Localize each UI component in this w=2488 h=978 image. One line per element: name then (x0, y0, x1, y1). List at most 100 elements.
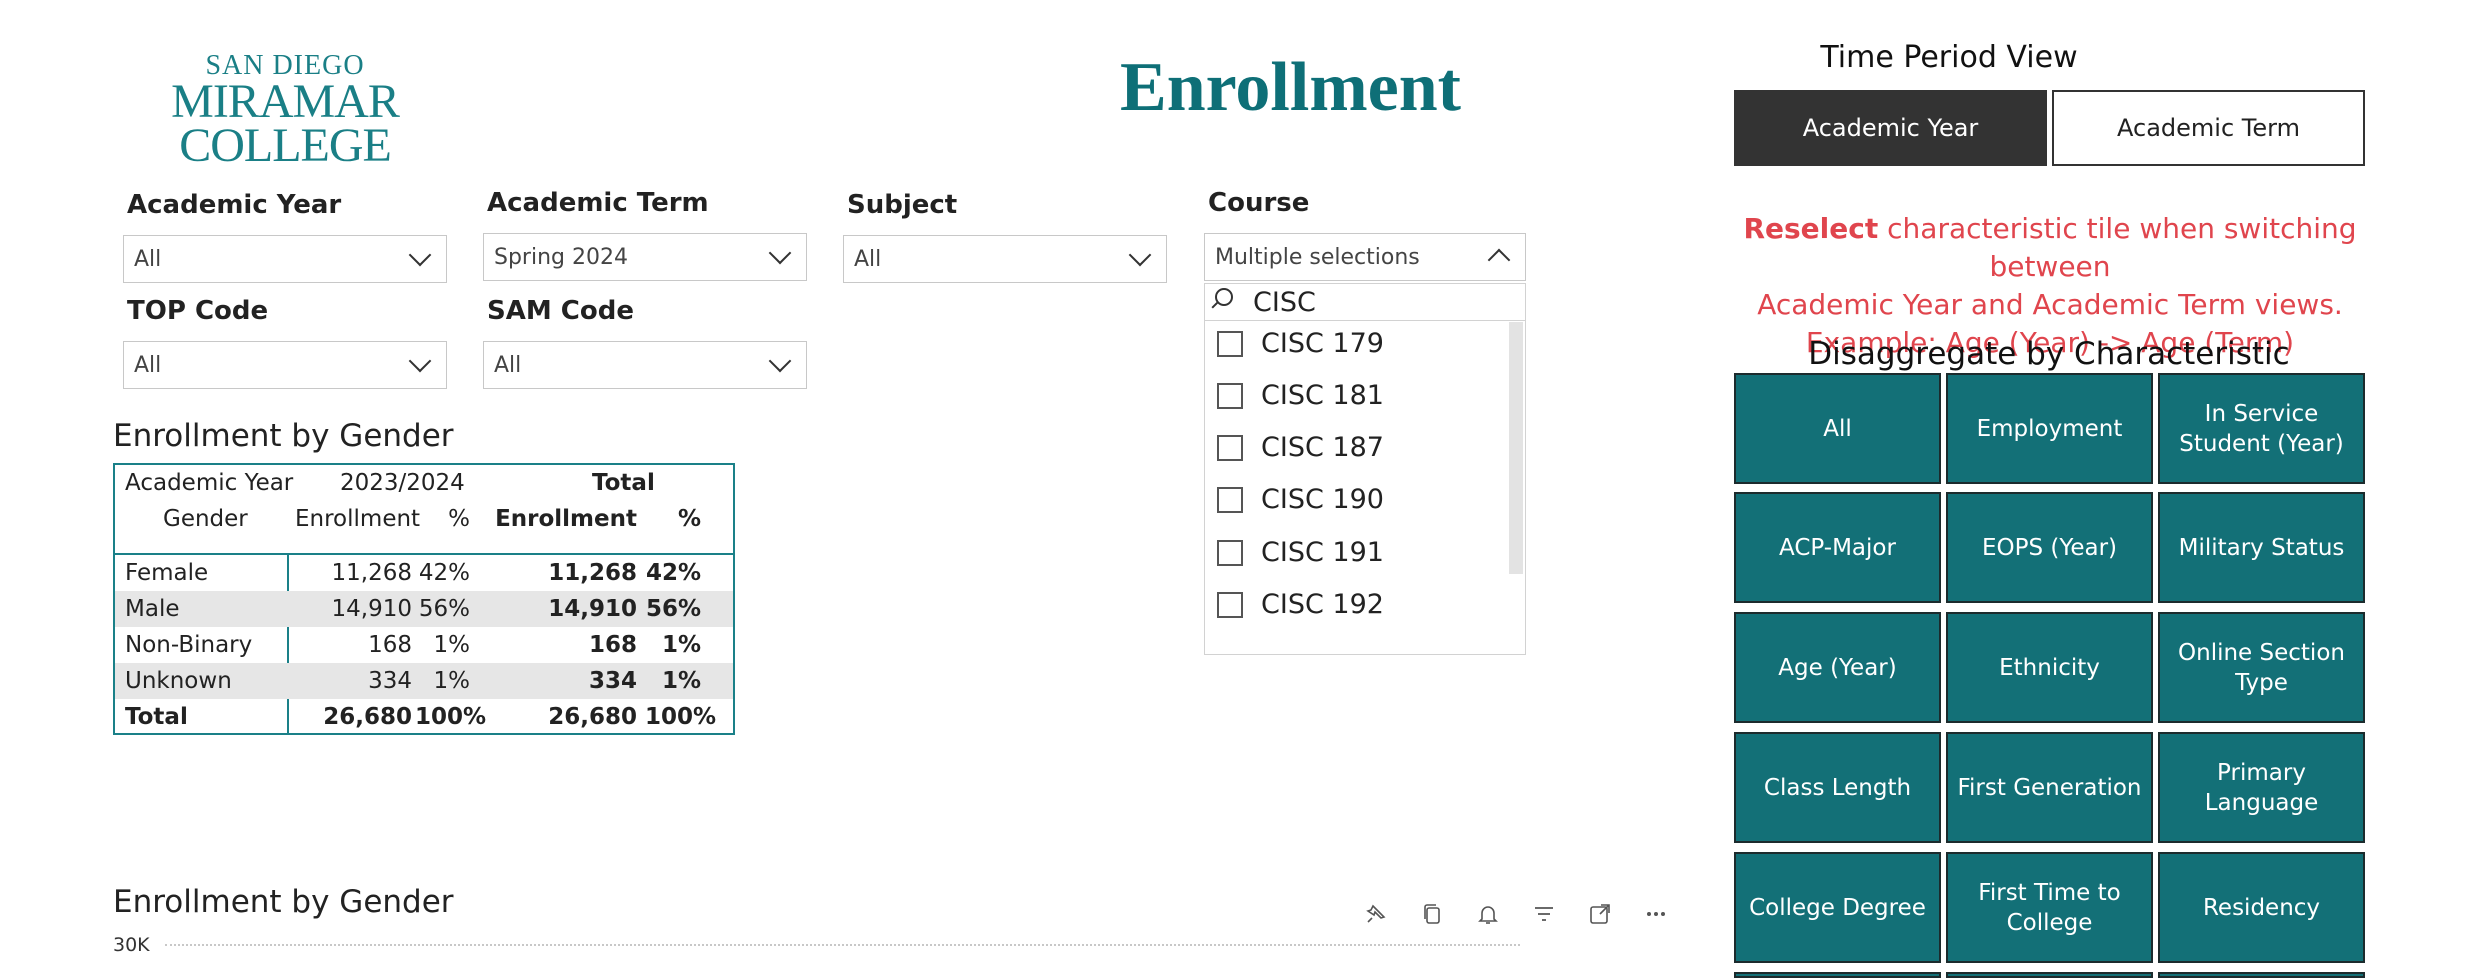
enrollment-matrix-table: Academic Year 2023/2024 Total Gender Enr… (113, 463, 735, 735)
row-enrollment: 14,910 (331, 596, 412, 622)
tile-residency[interactable]: Residency (2158, 852, 2365, 963)
vertical-scrollbar[interactable] (1509, 322, 1523, 574)
bell-icon[interactable] (1476, 902, 1500, 926)
tile-in-service-student[interactable]: In Service Student (Year) (2158, 373, 2365, 484)
checkbox[interactable] (1217, 486, 1243, 513)
row-total-pct: 1% (661, 632, 701, 658)
header-enrollment: Enrollment (295, 506, 421, 532)
tile-acp-major[interactable]: ACP-Major (1734, 492, 1941, 603)
row-pct: 1% (433, 668, 471, 694)
chevron-down-icon (408, 349, 432, 373)
course-search-box[interactable]: CISC (1205, 284, 1525, 321)
subject-dropdown[interactable]: All (843, 235, 1167, 283)
academic-term-view-button[interactable]: Academic Term (2052, 90, 2365, 166)
header-pct: % (448, 506, 470, 532)
total-row-enrollment: 26,680 (323, 704, 412, 730)
tile-ethnicity[interactable]: Ethnicity (1946, 612, 2153, 723)
checkbox[interactable] (1217, 330, 1243, 357)
tile-military-status[interactable]: Military Status (2158, 492, 2365, 603)
checkbox[interactable] (1217, 591, 1243, 618)
row-enrollment: 334 (368, 668, 412, 694)
row-gender: Male (125, 596, 180, 622)
row-header-divider (287, 553, 289, 735)
tile-online-section-type[interactable]: Online Section Type (2158, 612, 2365, 723)
academic-year-value: All (134, 246, 162, 272)
sam-code-value: All (494, 352, 522, 378)
notice-line-1: characteristic tile when switching betwe… (1878, 212, 2357, 283)
tile-primary-language[interactable]: Primary Language (2158, 732, 2365, 843)
tile-first-generation[interactable]: First Generation (1946, 732, 2153, 843)
course-option[interactable]: CISC 181 (1217, 380, 1384, 411)
total-row-label: Total (125, 704, 188, 730)
checkbox[interactable] (1217, 539, 1243, 566)
tile-age[interactable]: Age (Year) (1734, 612, 1941, 723)
pin-icon[interactable] (1364, 902, 1388, 926)
tile-partial[interactable] (2158, 972, 2365, 978)
top-code-label: TOP Code (127, 296, 269, 326)
tile-class-length[interactable]: Class Length (1734, 732, 1941, 843)
filter-icon[interactable] (1532, 902, 1556, 926)
top-code-value: All (134, 352, 162, 378)
checkbox[interactable] (1217, 382, 1243, 409)
top-code-dropdown[interactable]: All (123, 341, 447, 389)
academic-year-dropdown[interactable]: All (123, 235, 447, 283)
academic-year-label: Academic Year (127, 190, 342, 220)
disaggregate-title: Disaggregate by Characteristic (1808, 336, 2290, 372)
course-option-label: CISC 190 (1261, 484, 1384, 515)
course-option[interactable]: CISC 192 (1217, 589, 1384, 620)
tile-partial[interactable] (1946, 972, 2153, 978)
visual-header-icons (1364, 902, 1668, 926)
tile-all[interactable]: All (1734, 373, 1941, 484)
row-total-enrollment: 168 (588, 632, 637, 658)
table-title: Enrollment by Gender (113, 418, 454, 454)
academic-term-value: Spring 2024 (494, 244, 628, 270)
academic-year-view-button[interactable]: Academic Year (1734, 90, 2047, 166)
course-option[interactable]: CISC 191 (1217, 537, 1384, 568)
row-gender: Non-Binary (125, 632, 253, 658)
page-title: Enrollment (1120, 49, 1461, 126)
tile-first-time-to-college[interactable]: First Time to College (1946, 852, 2153, 963)
row-pct: 56% (418, 596, 470, 622)
chevron-down-icon (768, 349, 792, 373)
chevron-down-icon (1128, 243, 1152, 267)
chart-title: Enrollment by Gender (113, 884, 454, 920)
total-row-total-enrollment: 26,680 (548, 704, 637, 730)
course-option[interactable]: CISC 179 (1217, 328, 1384, 359)
notice-bold: Reselect (1743, 212, 1879, 245)
row-pct: 42% (418, 560, 470, 586)
copy-icon[interactable] (1420, 902, 1444, 926)
row-gender: Unknown (125, 668, 232, 694)
header-year-value: 2023/2024 (340, 470, 465, 496)
course-dropdown[interactable]: Multiple selections (1204, 233, 1526, 281)
tile-college-degree[interactable]: College Degree (1734, 852, 1941, 963)
tile-partial[interactable] (1734, 972, 1941, 978)
subject-value: All (854, 246, 882, 272)
search-icon (1215, 288, 1233, 306)
more-options-icon[interactable] (1644, 902, 1668, 926)
course-option[interactable]: CISC 190 (1217, 484, 1384, 515)
academic-term-label: Academic Term (487, 188, 709, 218)
academic-term-dropdown[interactable]: Spring 2024 (483, 233, 807, 281)
notice-line-2: Academic Year and Academic Term views. (1757, 288, 2343, 321)
row-total-pct: 42% (645, 560, 701, 586)
row-total-pct: 1% (661, 668, 701, 694)
row-total-pct: 56% (645, 596, 701, 622)
checkbox[interactable] (1217, 434, 1243, 461)
tile-eops[interactable]: EOPS (Year) (1946, 492, 2153, 603)
header-total-pct: % (677, 506, 701, 532)
gridline (165, 944, 1520, 946)
course-option-label: CISC 192 (1261, 589, 1384, 620)
header-divider (115, 553, 733, 555)
sam-code-dropdown[interactable]: All (483, 341, 807, 389)
row-enrollment: 168 (368, 632, 412, 658)
course-option[interactable]: CISC 187 (1217, 432, 1384, 463)
row-total-enrollment: 14,910 (548, 596, 637, 622)
total-row-pct: 100% (415, 704, 487, 730)
chevron-down-icon (768, 241, 792, 265)
tile-employment[interactable]: Employment (1946, 373, 2153, 484)
chevron-up-icon (1487, 248, 1511, 272)
course-option-label: CISC 191 (1261, 537, 1384, 568)
row-gender: Female (125, 560, 209, 586)
course-option-label: CISC 187 (1261, 432, 1384, 463)
focus-mode-icon[interactable] (1588, 902, 1612, 926)
